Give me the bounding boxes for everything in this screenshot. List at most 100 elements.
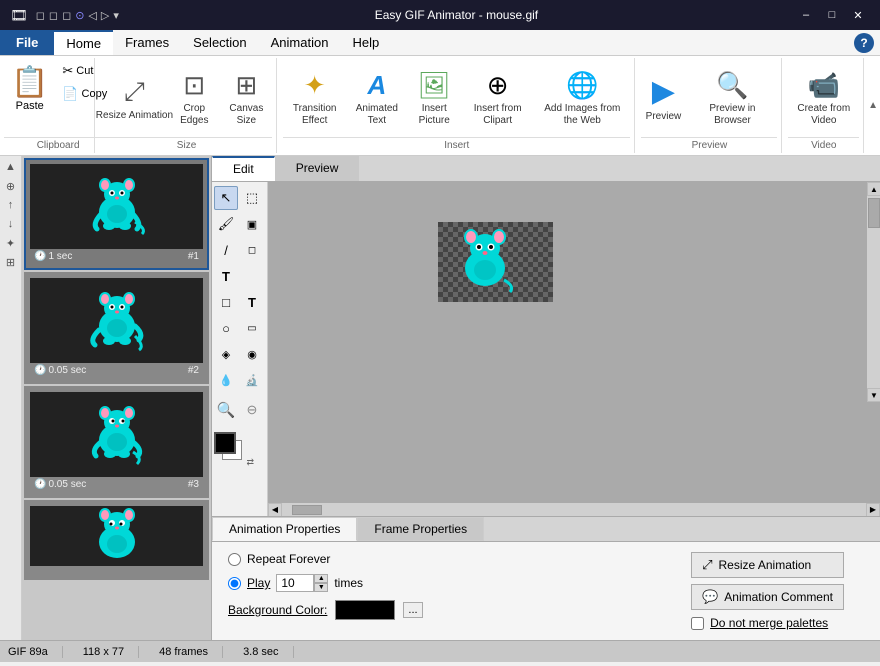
left-tool-5[interactable]: ✦ (2, 234, 20, 252)
pencil-tool[interactable]: / (214, 238, 238, 262)
vertical-scrollbar[interactable]: ▲ ▼ (866, 182, 880, 402)
bg-color-picker-btn[interactable]: ... (403, 602, 422, 618)
animation-menu[interactable]: Animation (259, 30, 341, 55)
home-menu[interactable]: Home (54, 30, 113, 55)
h-scrollbar-thumb[interactable] (292, 505, 322, 515)
frame-info-2: 🕐 0.05 sec #2 (30, 363, 203, 378)
properties-area: Animation Properties Frame Properties Re… (212, 516, 880, 640)
file-menu[interactable]: File (0, 30, 54, 55)
anim-props-tab[interactable]: Animation Properties (212, 517, 357, 541)
maximize-button[interactable]: □ (820, 6, 844, 24)
minimize-button[interactable]: – (794, 6, 818, 24)
copy-icon: 📄 (62, 86, 78, 102)
stamp-tool[interactable]: ◈ (214, 342, 238, 366)
preview-button[interactable]: ▶ Preview (641, 70, 685, 127)
frame-item-2[interactable]: 🕐 0.05 sec #2 (24, 272, 209, 384)
ribbon-expand[interactable]: ▲ (866, 58, 880, 153)
redeye-tool[interactable]: ◉ (240, 342, 264, 366)
scroll-thumb-v[interactable] (868, 198, 880, 228)
frame-item-3[interactable]: 🕐 0.05 sec #3 (24, 386, 209, 498)
props-tabs: Animation Properties Frame Properties (212, 517, 880, 542)
crop-edges-button[interactable]: ⊡ Crop Edges (170, 66, 219, 131)
frame-props-tab[interactable]: Frame Properties (357, 517, 484, 541)
select-tool[interactable]: ↖ (214, 186, 238, 210)
ribbon: 📋 Paste ✂ Cut 📄 Copy Clipboard (0, 56, 880, 156)
resize-animation-button[interactable]: ⤢ Resize Animation (101, 72, 168, 126)
help-menu[interactable]: Help (340, 30, 391, 55)
rounded-rect-tool[interactable]: ▭ (240, 316, 264, 340)
left-tool-4[interactable]: ↓ (2, 215, 20, 233)
size-items: ⤢ Resize Animation ⊡ Crop Edges ⊞ Canvas… (101, 60, 272, 137)
scroll-up-btn[interactable]: ▲ (867, 182, 880, 196)
repeat-forever-radio[interactable] (228, 553, 241, 566)
preview-browser-button[interactable]: 🔍 Preview in Browser (687, 66, 777, 131)
scroll-left-btn[interactable]: ◀ (268, 503, 282, 517)
fg-color-swatch[interactable] (214, 432, 236, 454)
rect-tool[interactable]: □ (214, 290, 238, 314)
frame-item-4[interactable] (24, 500, 209, 580)
tb-icon5: ◁ (88, 9, 96, 22)
horizontal-scrollbar[interactable]: ◀ ▶ (268, 502, 880, 516)
left-tool-6[interactable]: ⊞ (2, 253, 20, 271)
frame-time-3: 🕐 0.05 sec (34, 479, 86, 490)
create-video-button[interactable]: 📹 Create from Video (788, 66, 859, 131)
title-bar-icons: ◻ ◻ ◻ ⊙ ◁ ▷ ▾ (36, 9, 119, 22)
zoom-out-tool[interactable]: ⊖ (240, 398, 264, 422)
times-label: times (334, 576, 363, 590)
text-tool[interactable]: T (214, 264, 238, 288)
add-images-button[interactable]: 🌐 Add Images from the Web (534, 66, 630, 131)
tool-row-5: □ T (214, 290, 265, 314)
status-frames: 48 frames (159, 646, 223, 658)
bg-color-box[interactable] (335, 600, 395, 620)
paste-button[interactable]: 📋 Paste (4, 60, 55, 137)
fill-tool[interactable]: ▣ (240, 212, 264, 236)
title-bar-controls[interactable]: – □ ✕ (794, 6, 870, 24)
frame-item-1[interactable]: 🕐 1 sec #1 (24, 158, 209, 270)
status-format: GIF 89a (8, 646, 63, 658)
insert-picture-button[interactable]: 🖼 Insert Picture (407, 66, 461, 131)
insert-clipart-button[interactable]: ⊕ Insert from Clipart (463, 66, 532, 131)
zoom-in-tool[interactable]: 🔍 (214, 398, 238, 422)
play-count-up[interactable]: ▲ (314, 574, 328, 583)
play-row: Play 10 ▲ ▼ times (228, 574, 423, 592)
animated-text-button[interactable]: A Animated Text (348, 66, 405, 131)
scroll-down-btn[interactable]: ▼ (867, 388, 880, 402)
close-button[interactable]: ✕ (846, 6, 870, 24)
play-count-input[interactable]: 10 (276, 574, 314, 592)
edit-tab[interactable]: Edit (212, 156, 275, 181)
dotted-select-tool[interactable]: ⬚ (240, 186, 264, 210)
tb-icon1: ◻ (36, 9, 45, 22)
text-tool-2[interactable]: T (240, 290, 264, 314)
frames-menu[interactable]: Frames (113, 30, 181, 55)
canvas-size-button[interactable]: ⊞ Canvas Size (221, 66, 272, 131)
eraser-tool[interactable]: ◻ (240, 238, 264, 262)
canvas-mouse (450, 224, 520, 294)
tool-row-6: ○ ▭ (214, 316, 265, 340)
selection-menu[interactable]: Selection (181, 30, 258, 55)
help-icon[interactable]: ? (854, 33, 874, 53)
tool-row-1: ↖ ⬚ (214, 186, 265, 210)
frame-thumb-4 (30, 506, 203, 566)
animation-comment-btn[interactable]: 💬 Animation Comment (691, 584, 844, 610)
left-tool-1[interactable]: ▲ (2, 158, 20, 176)
merge-palettes-checkbox[interactable] (691, 617, 704, 630)
placeholder-tool[interactable] (240, 264, 264, 288)
tool-row-7: ◈ ◉ (214, 342, 265, 366)
play-radio[interactable] (228, 577, 241, 590)
swap-colors-icon[interactable]: ⇄ (246, 457, 254, 468)
transition-button[interactable]: ✦ Transition Effect (283, 66, 346, 131)
frame-svg-3 (87, 402, 147, 467)
menu-bar: File Home Frames Selection Animation Hel… (0, 30, 880, 56)
paint-tool[interactable]: 🖌 (214, 212, 238, 236)
play-count-down[interactable]: ▼ (314, 583, 328, 592)
left-tool-3[interactable]: ↑ (2, 196, 20, 214)
resize-animation-props-btn[interactable]: ⤢ Resize Animation (691, 552, 844, 578)
merge-palettes-label: Do not merge palettes (710, 616, 828, 630)
preview-tab[interactable]: Preview (275, 156, 360, 181)
scroll-right-btn[interactable]: ▶ (866, 503, 880, 517)
props-content: Repeat Forever Play 10 ▲ ▼ times (212, 542, 880, 640)
eyedrop-tool-1[interactable]: 💧 (214, 368, 238, 392)
eyedrop-tool-2[interactable]: 🔬 (240, 368, 264, 392)
ellipse-tool[interactable]: ○ (214, 316, 238, 340)
left-tool-2[interactable]: ⊕ (2, 177, 20, 195)
